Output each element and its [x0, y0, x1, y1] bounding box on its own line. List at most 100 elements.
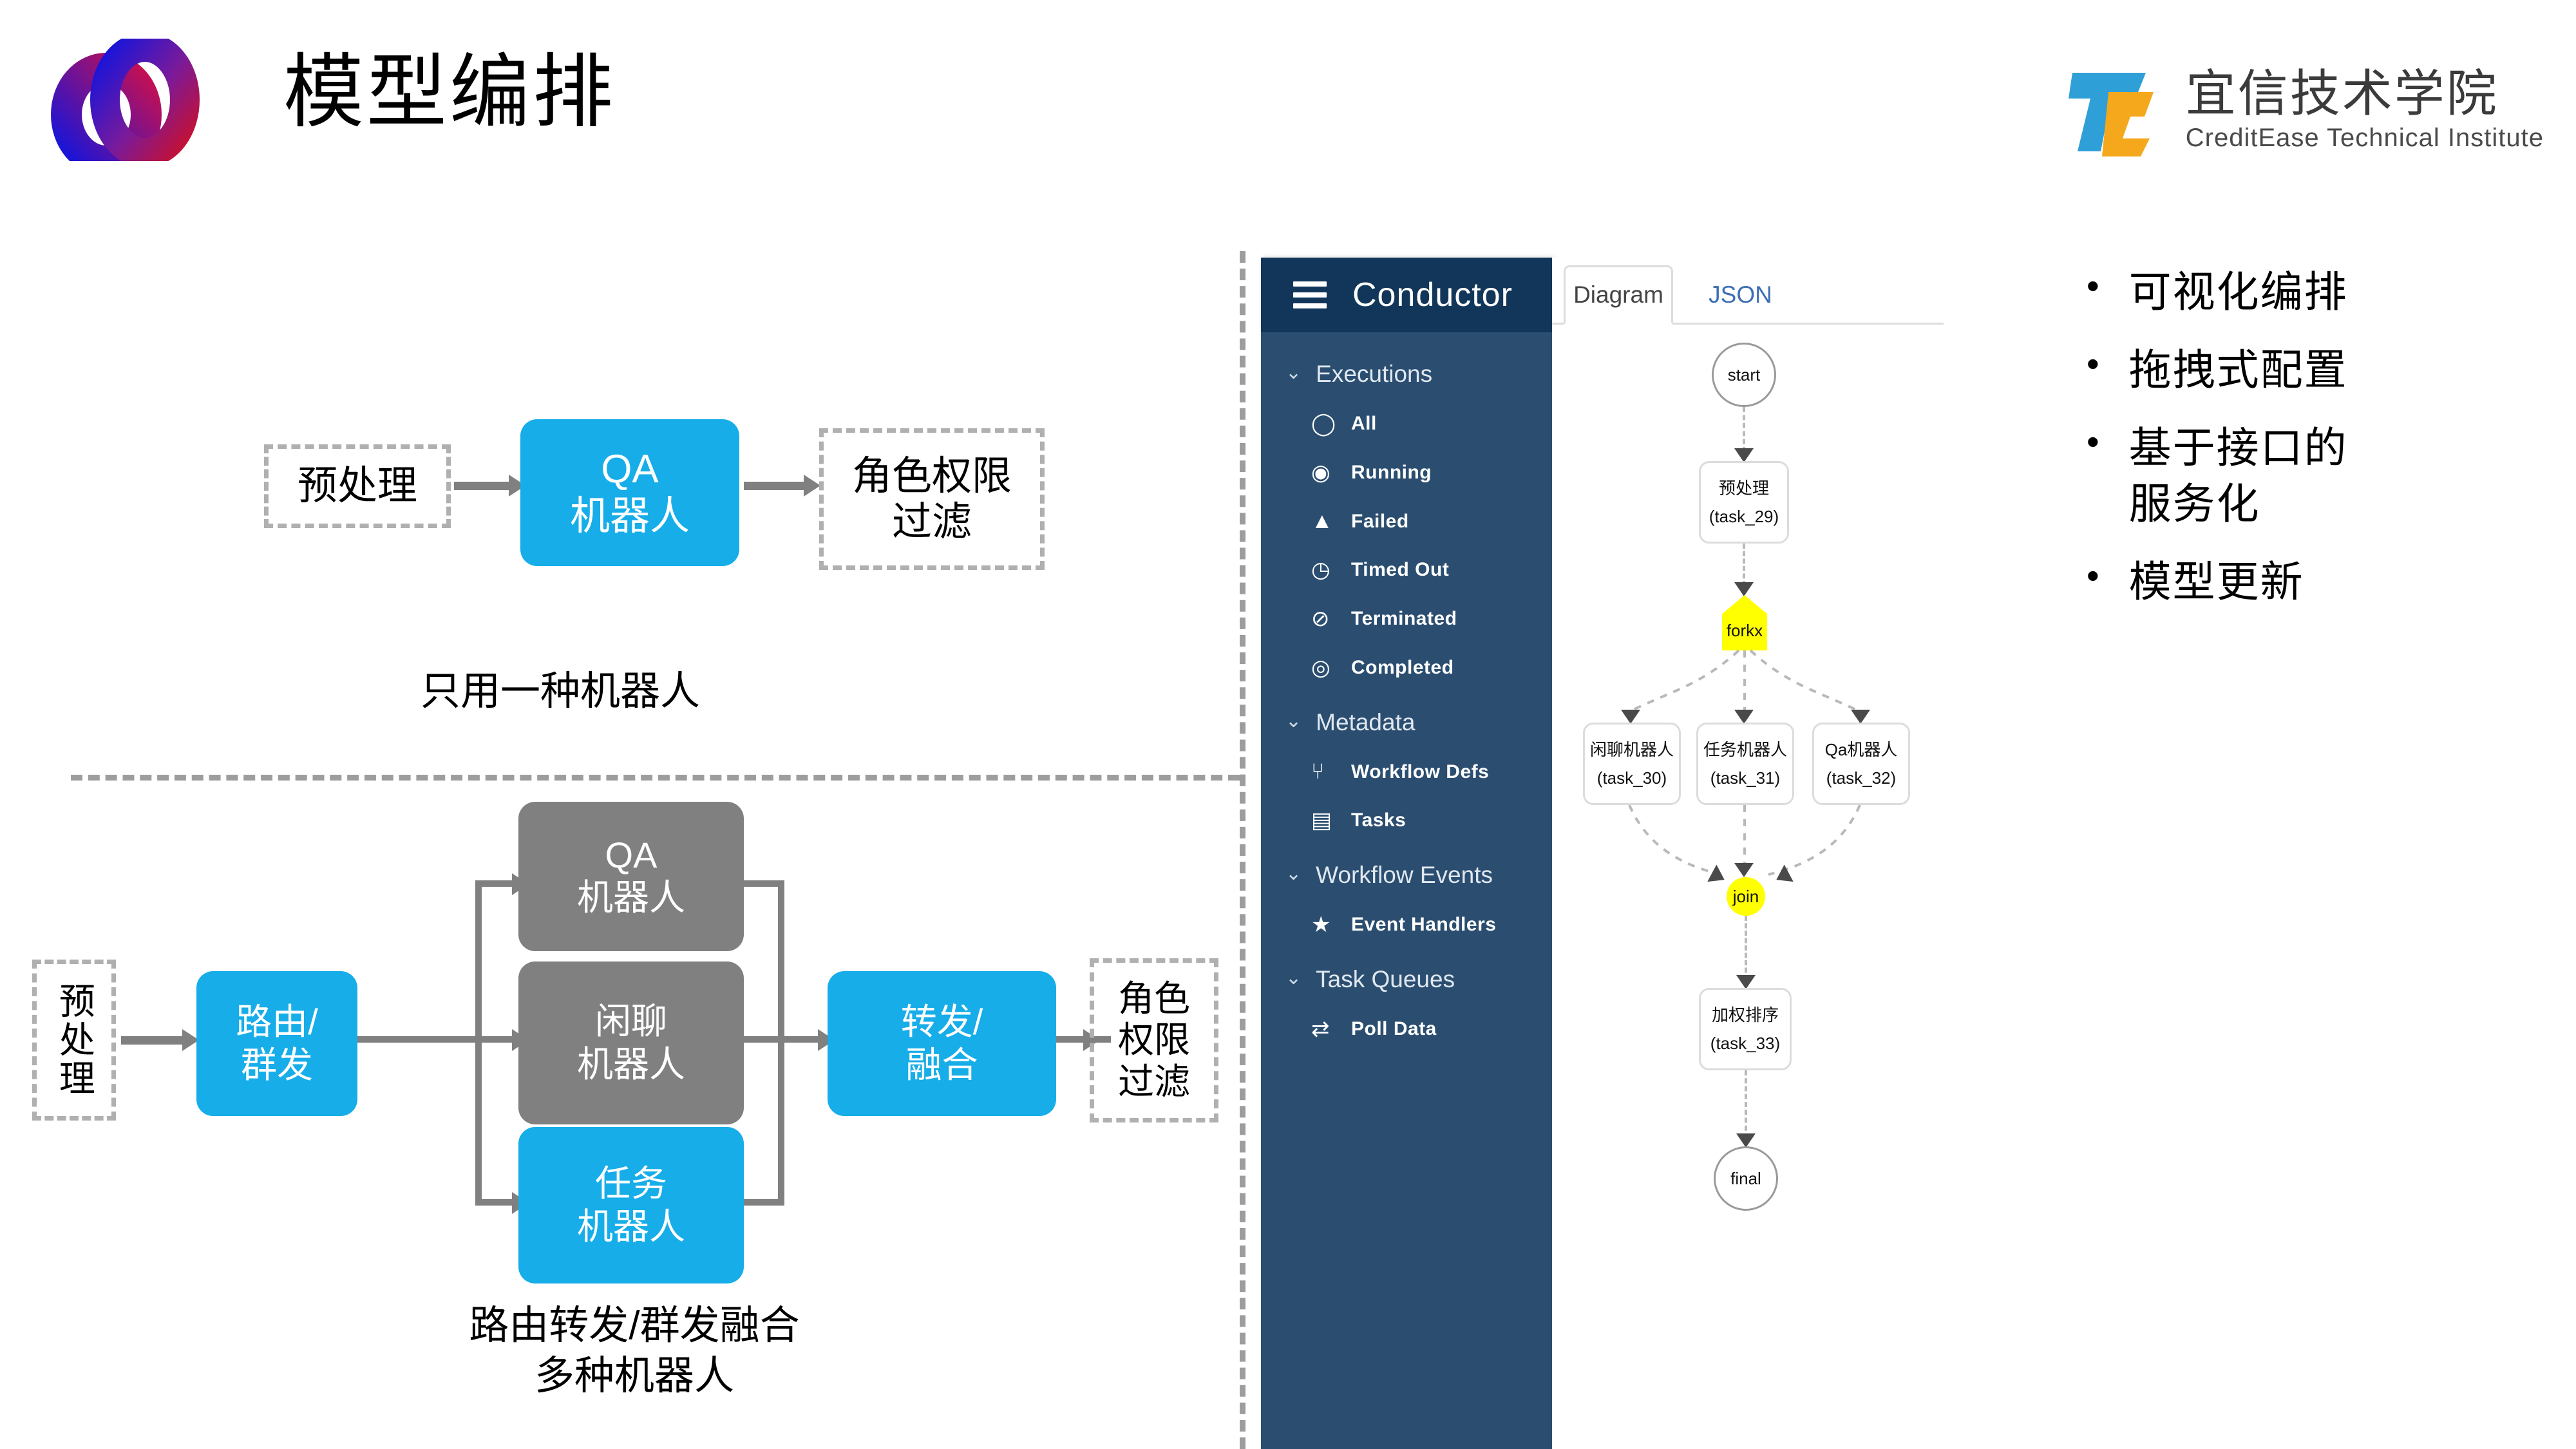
sidebar-item-workflow-defs[interactable]: ⑂ Workflow Defs [1261, 759, 1552, 784]
arrow-line-pre-to-qa [454, 482, 512, 490]
chevron-down-icon: ⌄ [1285, 362, 1302, 383]
group-header-task-queues[interactable]: ⌄ Task Queues [1261, 966, 1552, 993]
arrow-fork-to-task32 [1851, 710, 1870, 724]
bullet-dot-icon: • [2087, 555, 2099, 596]
sidebar-item-completed[interactable]: ◎ Completed [1261, 655, 1552, 681]
edge-task29-to-forkx [1743, 544, 1745, 586]
graph-node-task-32[interactable]: Qa机器人 (task_32) [1812, 723, 1910, 805]
edge-join-to-task33 [1745, 916, 1747, 980]
arrow-fork-to-task30 [1621, 710, 1640, 724]
page-title: 模型编排 [283, 48, 616, 137]
bullet-text: 基于接口的 服务化 [2128, 424, 2348, 528]
sidebar-item-timed-out[interactable]: ◷ Timed Out [1261, 557, 1552, 583]
group-label: Task Queues [1316, 966, 1455, 992]
node-preprocess-top: 预处理 [264, 444, 451, 528]
group-label: Executions [1316, 361, 1433, 387]
sidebar-item-label: Workflow Defs [1351, 761, 1490, 782]
feature-bullet-list: • 可视化编排 • 拖拽式配置 • 基于接口的 服务化 • 模型更新 [2087, 264, 2550, 632]
arrow-start-to-task29 [1734, 448, 1754, 462]
arrow-line-pre2-to-route [121, 1036, 185, 1045]
chevron-down-icon: ⌄ [1285, 710, 1302, 732]
arrow-task31-to-join [1734, 863, 1754, 877]
brand-name-en: CreditEase Technical Institute [2185, 124, 2544, 152]
nav-group-workflow-events: ⌄ Workflow Events ★ Event Handlers [1261, 862, 1552, 938]
bullet-dot-icon: • [2087, 343, 2099, 384]
graph-node-join[interactable]: join [1727, 877, 1765, 916]
sidebar-item-tasks[interactable]: ▤ Tasks [1261, 808, 1552, 833]
fanin-trunk-vertical [778, 880, 784, 1206]
bullet-text: 模型更新 [2128, 558, 2304, 606]
branch-icon: ⑂ [1311, 759, 1325, 784]
conductor-sidebar: Conductor ⌄ Executions ◯ All ◉ Running ▲… [1261, 258, 1552, 1449]
graph-node-task-31[interactable]: 任务机器人 (task_31) [1696, 723, 1794, 805]
conductor-app-screenshot: Conductor ⌄ Executions ◯ All ◉ Running ▲… [1261, 258, 1944, 1449]
group-header-executions[interactable]: ⌄ Executions [1261, 361, 1552, 388]
warning-triangle-icon: ▲ [1311, 509, 1333, 533]
sidebar-item-all[interactable]: ◯ All [1261, 411, 1552, 437]
sidebar-item-label: Terminated [1351, 608, 1457, 629]
sidebar-item-event-handlers[interactable]: ★ Event Handlers [1261, 912, 1552, 938]
arrow-head-qa-to-filter [804, 475, 820, 497]
sidebar-item-terminated[interactable]: ⊘ Terminated [1261, 606, 1552, 632]
overlapping-rings-logo [51, 39, 200, 161]
arrow-task29-to-forkx [1734, 582, 1754, 596]
caption-top-flow: 只用一种机器人 [420, 669, 700, 714]
caption-bottom-flow: 路由转发/群发融合 多种机器人 [469, 1303, 800, 1398]
sidebar-item-label: Timed Out [1351, 559, 1450, 580]
section-divider-vertical [1240, 251, 1245, 1449]
chevron-down-icon: ⌄ [1285, 967, 1302, 989]
workflow-graph: start 预处理 (task_29) forkx 闲聊机器人 (task_30… [1552, 328, 1944, 1449]
node-preprocess-bottom: 预处理 [32, 960, 116, 1121]
node-route-broadcast: 路由/ 群发 [196, 971, 357, 1116]
sidebar-item-failed[interactable]: ▲ Failed [1261, 509, 1552, 534]
tab-json[interactable]: JSON [1684, 265, 1797, 325]
tc-monogram-logo [2068, 73, 2154, 156]
clock-icon: ◷ [1311, 558, 1331, 582]
bullet-text: 拖拽式配置 [2128, 346, 2348, 394]
node-forward-merge: 转发/ 融合 [828, 971, 1056, 1116]
sidebar-item-label: Event Handlers [1351, 914, 1497, 935]
group-label: Workflow Events [1316, 862, 1493, 888]
group-header-workflow-events[interactable]: ⌄ Workflow Events [1261, 862, 1552, 889]
fanout-trunk-vertical [475, 880, 482, 1206]
bullet-text: 可视化编排 [2128, 268, 2348, 316]
play-circle-icon: ◉ [1311, 460, 1331, 485]
tab-diagram[interactable]: Diagram [1564, 265, 1673, 325]
node-chat-bot: 闲聊 机器人 [518, 961, 744, 1124]
graph-node-start[interactable]: start [1712, 343, 1776, 407]
sidebar-item-label: All [1351, 413, 1377, 434]
sidebar-item-running[interactable]: ◉ Running [1261, 460, 1552, 486]
sidebar-item-label: Running [1351, 462, 1432, 483]
arrow-fork-to-task31 [1734, 710, 1754, 724]
sidebar-item-poll-data[interactable]: ⇄ Poll Data [1261, 1016, 1552, 1042]
group-label: Metadata [1316, 709, 1416, 735]
graph-node-task-33[interactable]: 加权排序 (task_33) [1699, 988, 1792, 1070]
arrow-join-to-task33 [1736, 975, 1756, 989]
edge-task33-to-final [1745, 1070, 1747, 1139]
graph-node-task-30[interactable]: 闲聊机器人 (task_30) [1583, 723, 1681, 805]
graph-node-final[interactable]: final [1714, 1146, 1778, 1211]
bullet-dot-icon: • [2087, 421, 2099, 462]
bullet-dot-icon: • [2087, 265, 2099, 306]
sidebar-header: Conductor [1261, 258, 1552, 332]
list-item: • 基于接口的 服务化 [2087, 420, 2550, 532]
section-divider-horizontal [71, 775, 1240, 781]
workflow-diagram-panel: Diagram JSON start 预处理 (task_29) forkx 闲… [1552, 258, 1944, 1449]
list-item: • 模型更新 [2087, 554, 2550, 610]
star-icon: ★ [1311, 913, 1331, 937]
tab-bar: Diagram JSON [1552, 265, 1944, 325]
circle-outline-icon: ◯ [1311, 412, 1336, 436]
graph-node-task-29[interactable]: 预处理 (task_29) [1699, 461, 1789, 544]
fanout-trunk-horizontal [357, 1036, 480, 1043]
node-task-bot: 任务 机器人 [518, 1127, 744, 1283]
fanout-branch-qa [480, 880, 515, 887]
nav-group-metadata: ⌄ Metadata ⑂ Workflow Defs ▤ Tasks [1261, 709, 1552, 833]
arrow-task33-to-final [1736, 1133, 1756, 1148]
sidebar-item-label: Completed [1351, 657, 1454, 678]
hamburger-icon[interactable] [1293, 281, 1327, 308]
group-header-metadata[interactable]: ⌄ Metadata [1261, 709, 1552, 736]
graph-node-forkx[interactable]: forkx [1722, 595, 1767, 650]
node-role-filter-bottom: 角色 权限 过滤 [1090, 958, 1218, 1122]
arrow-line-qa-to-filter [744, 482, 807, 490]
sidebar-item-label: Tasks [1351, 810, 1406, 831]
